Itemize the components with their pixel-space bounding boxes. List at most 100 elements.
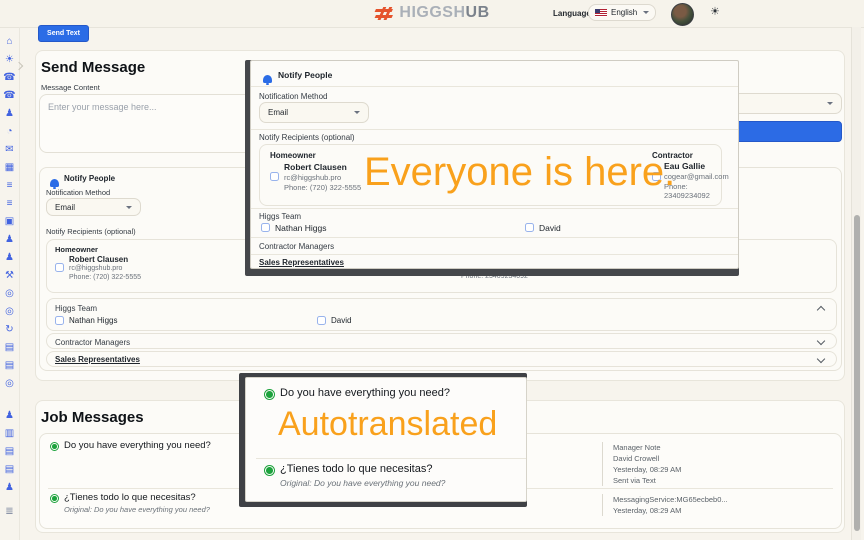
language-select[interactable]: English	[588, 4, 656, 21]
home-icon[interactable]: ⌂	[6, 37, 12, 47]
popup-team-member-2-checkbox[interactable]	[525, 223, 534, 232]
assign-user-icon[interactable]: ♟	[5, 411, 14, 421]
zoom-caption-autotranslated: Autotranslated	[278, 405, 497, 444]
sales-representatives-link[interactable]: Sales Representatives	[55, 355, 140, 364]
popup-contractor-managers-label: Contractor Managers	[259, 242, 334, 251]
chevron-up-icon[interactable]	[817, 306, 825, 314]
truck-icon[interactable]: ▥	[5, 429, 14, 439]
team-member-2-label: David	[331, 316, 351, 325]
message-meta-line: David Crowell	[613, 453, 681, 464]
message-meta: Manager NoteDavid CrowellYesterday, 08:2…	[602, 442, 681, 486]
message-text: Do you have everything you need?	[64, 440, 211, 451]
popup-notify-people-title: Notify People	[278, 70, 332, 80]
clipboard-list-icon[interactable]: ▤	[5, 465, 14, 475]
team-member-2-checkbox[interactable]	[317, 316, 326, 325]
calendar-icon[interactable]: ▦	[5, 163, 14, 173]
sync-user-icon[interactable]: ↻	[5, 325, 13, 335]
target-icon[interactable]: ◎	[5, 289, 14, 299]
clock-icon[interactable]: ◔	[6, 127, 12, 137]
list-icon[interactable]: ≡	[7, 181, 13, 191]
notify-people-title: Notify People	[64, 174, 115, 183]
notify-recipients-label: Notify Recipients (optional)	[46, 227, 136, 236]
divider	[251, 208, 738, 209]
record-icon[interactable]: ◎	[5, 307, 14, 317]
popup-team-member-1-label: Nathan Higgs	[275, 223, 327, 233]
zoom-caption-everyone: Everyone is here.	[364, 150, 675, 195]
popup-homeowner-email: rc@higgshub.pro	[284, 173, 341, 182]
message-status-icon	[50, 494, 59, 503]
chevron-down-icon	[354, 111, 360, 114]
sales-representatives-accordion[interactable]: Sales Representatives	[46, 351, 837, 367]
popup-homeowner-group-label: Homeowner	[270, 151, 316, 160]
popup-homeowner-checkbox[interactable]	[270, 172, 279, 181]
message-meta-line: Sent via Text	[613, 475, 681, 486]
message-text: ¿Tienes todo lo que necesitas?	[64, 492, 196, 503]
tasks-icon[interactable]: ≡	[7, 199, 13, 209]
divider	[251, 86, 738, 87]
clipboard-icon[interactable]: ▤	[5, 343, 14, 353]
chevron-down-icon[interactable]	[817, 337, 825, 345]
us-flag-icon	[595, 9, 607, 17]
message-status-icon	[264, 465, 275, 476]
message-meta-line: Manager Note	[613, 442, 681, 453]
job-messages-zoom-popup: Do you have everything you need? Autotra…	[245, 377, 527, 502]
mail-icon[interactable]: ✉	[5, 145, 13, 155]
clipboard-check-icon[interactable]: ▤	[5, 447, 14, 457]
message-meta: MessagingService:MG65ecbeb0...Yesterday,…	[602, 494, 728, 516]
message-status-icon	[50, 442, 59, 451]
popup-homeowner-name: Robert Clausen	[284, 162, 347, 172]
send-text-button[interactable]: Send Text	[38, 25, 89, 42]
brand-logo: HIGGSHUB	[374, 4, 489, 22]
message-meta-line: Yesterday, 08:29 AM	[613, 505, 728, 516]
divider	[251, 254, 738, 255]
popup-team-member-2-label: David	[539, 223, 561, 233]
divider	[251, 129, 738, 130]
higgs-team-label: Higgs Team	[55, 304, 97, 313]
phone-icon[interactable]: ☎	[3, 73, 15, 83]
shield-icon[interactable]: ▣	[5, 217, 14, 227]
popup-team-member-1-checkbox[interactable]	[261, 223, 270, 232]
popup-sales-representatives-link[interactable]: Sales Representatives	[259, 258, 344, 267]
divider	[256, 458, 526, 459]
popup-notification-method-select[interactable]: Email	[259, 102, 369, 123]
brand-name: HIGGSHUB	[399, 4, 489, 22]
brand-name-bold: UB	[466, 4, 490, 21]
contact-icon[interactable]: ♟	[5, 109, 14, 119]
user-avatar[interactable]	[671, 3, 694, 26]
brand-logo-icon	[374, 7, 394, 20]
job-messages-title: Job Messages	[41, 409, 144, 426]
chevron-down-icon	[126, 206, 132, 209]
top-header: HIGGSHUB Language: English ☀	[0, 0, 864, 28]
icon-sidebar: ⌂ ☀ ☎ ☎ ♟ ◔ ✉ ▦ ≡ ≡ ▣ ♟ ♟ ⚒ ◎ ◎ ↻ ▤ ▤ ◎ ♟ ▥ ▤ ▤ ♟ ≣	[0, 27, 20, 540]
homeowner-name: Robert Clausen	[69, 255, 128, 264]
tools-icon[interactable]: ⚒	[5, 271, 14, 281]
phone-calls-icon[interactable]: ☎	[3, 91, 15, 101]
page-scrollbar-thumb[interactable]	[854, 215, 860, 531]
message-meta-line: Yesterday, 08:29 AM	[613, 464, 681, 475]
popup-homeowner-phone: Phone: (720) 322-5555	[284, 183, 361, 192]
notification-method-select[interactable]: Email	[46, 198, 141, 216]
remove-user-icon[interactable]: ♟	[5, 483, 14, 493]
homeowner-checkbox[interactable]	[55, 263, 64, 272]
contractor-managers-accordion[interactable]: Contractor Managers	[46, 333, 837, 349]
bell-icon	[50, 179, 59, 187]
app-root: HIGGSHUB Language: English ☀ ⌂ ☀ ☎ ☎ ♟ ◔ ✉ ▦ ≡ ≡ ▣…	[0, 0, 864, 540]
chevron-down-icon	[643, 11, 649, 14]
contractor-phone: Phone: 23409234092	[461, 273, 528, 282]
sidebar-group-top: ⌂ ☀ ☎ ☎ ♟ ◔ ✉ ▦ ≡ ≡ ▣ ♟ ♟ ⚒ ◎ ◎ ↻ ▤ ▤ ◎	[3, 37, 15, 389]
higgs-team-accordion[interactable]: Higgs Team Nathan Higgs David	[46, 298, 837, 331]
team-member-1-label: Nathan Higgs	[69, 316, 117, 325]
weather-icon[interactable]: ☀	[5, 55, 14, 65]
team-member-1-checkbox[interactable]	[55, 316, 64, 325]
disc-icon[interactable]: ◎	[5, 379, 14, 389]
chevron-down-icon[interactable]	[817, 355, 825, 363]
notification-method-label: Notification Method	[46, 188, 110, 197]
add-user-icon[interactable]: ♟	[5, 235, 14, 245]
popup-notify-recipients-label: Notify Recipients (optional)	[259, 133, 355, 142]
message-content-label: Message Content	[41, 83, 100, 92]
menu-settings-icon[interactable]: ≣	[5, 507, 13, 517]
theme-toggle-icon[interactable]: ☀	[710, 7, 720, 18]
add-contact-icon[interactable]: ♟	[5, 253, 14, 263]
report-icon[interactable]: ▤	[5, 361, 14, 371]
popup-notification-method-value: Email	[268, 108, 288, 117]
